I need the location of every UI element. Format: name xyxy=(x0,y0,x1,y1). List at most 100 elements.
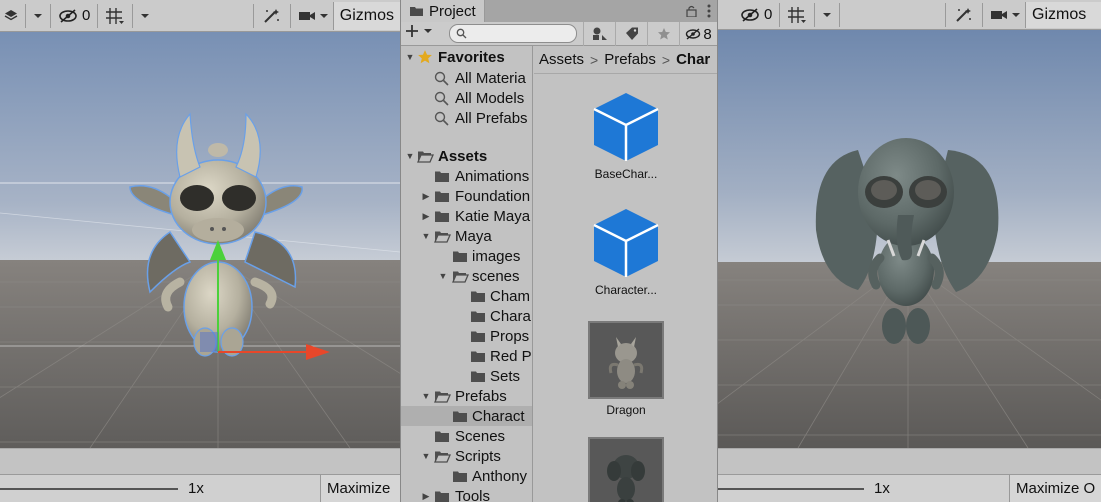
search-input[interactable] xyxy=(449,24,577,43)
tree-item-folder[interactable]: Cham xyxy=(401,286,532,306)
tree-item-favorites[interactable]: ▼ Favorites xyxy=(401,46,532,68)
search-by-label-icon[interactable] xyxy=(615,22,647,46)
breadcrumb-item[interactable]: Assets xyxy=(539,51,584,68)
visibility-toggle[interactable]: 0 xyxy=(736,1,776,29)
tree-item-folder[interactable]: images xyxy=(401,246,532,266)
tree-item-folder[interactable]: ▶ Katie Maya xyxy=(401,206,532,226)
expand-arrow-icon[interactable]: ▼ xyxy=(403,50,417,64)
scene-toolbar-right: 0 Gizmos xyxy=(718,0,1101,30)
zoom-slider-track[interactable] xyxy=(0,487,178,490)
scene-toolbar-left: 0 Gizmos xyxy=(0,0,400,32)
maximize-button[interactable]: Maximize xyxy=(320,474,400,502)
expand-arrow-icon[interactable]: ▼ xyxy=(419,229,433,243)
tree-label: Animations xyxy=(455,167,530,185)
asset-grid: BaseChar... Character... Dragon xyxy=(534,75,717,502)
dropdown-arrow-icon[interactable] xyxy=(29,2,47,30)
breadcrumb-item[interactable]: Prefabs xyxy=(604,51,656,68)
tree-item-folder[interactable]: Sets xyxy=(401,366,532,386)
effects-toggle-icon[interactable] xyxy=(257,2,287,30)
lock-icon[interactable] xyxy=(686,5,697,17)
folder-tree: ▼ Favorites All Materia All Models All P… xyxy=(401,46,533,502)
gizmos-button[interactable]: Gizmos xyxy=(332,1,400,30)
maximize-button[interactable]: Maximize O xyxy=(1009,474,1101,502)
open-folder-icon xyxy=(434,230,451,243)
hidden-eye-icon xyxy=(59,8,77,23)
project-tab-bar: Project xyxy=(401,0,717,22)
effects-toggle-icon[interactable] xyxy=(949,1,979,29)
tree-item-folder[interactable]: Props xyxy=(401,326,532,346)
breadcrumb-item-current[interactable]: Char xyxy=(676,51,710,68)
folder-icon xyxy=(434,190,450,203)
tree-label: Maya xyxy=(455,227,492,245)
tree-item-folder[interactable]: Anthony xyxy=(401,466,532,486)
collapsed-arrow-icon[interactable]: ▶ xyxy=(419,209,433,223)
tab-project[interactable]: Project xyxy=(401,0,485,22)
tree-item-folder[interactable]: Animations xyxy=(401,166,532,186)
tree-item-assets[interactable]: ▼ Assets xyxy=(401,146,532,166)
more-options-icon[interactable] xyxy=(707,4,711,18)
expand-arrow-icon[interactable]: ▼ xyxy=(403,149,417,163)
expand-arrow-icon[interactable]: ▼ xyxy=(436,269,450,283)
asset-item[interactable]: Character... xyxy=(571,207,681,297)
search-by-type-icon[interactable] xyxy=(583,22,615,46)
asset-item[interactable]: BaseChar... xyxy=(571,91,681,181)
grid-dropdown-arrow-icon[interactable] xyxy=(136,2,154,30)
tree-label: All Prefabs xyxy=(455,109,528,127)
expand-arrow-icon[interactable]: ▼ xyxy=(419,389,433,403)
grid-dropdown-arrow-icon[interactable] xyxy=(818,1,836,29)
scene-bottom-bar-left: 1x Maximize xyxy=(0,448,400,502)
tree-item-favorite[interactable]: All Materia xyxy=(401,68,532,88)
tree-label: images xyxy=(472,247,521,265)
gizmos-button[interactable]: Gizmos xyxy=(1025,1,1101,28)
tree-item-folder[interactable]: ▼ Prefabs xyxy=(401,386,532,406)
tree-item-folder[interactable]: ▶ Tools xyxy=(401,486,532,502)
scene-view-right[interactable]: 0 Gizmos 1x Maximize O xyxy=(718,0,1101,502)
tree-item-folder[interactable]: Red P xyxy=(401,346,532,366)
asset-item[interactable]: Dragon xyxy=(571,321,681,417)
tree-label: All Materia xyxy=(455,69,526,87)
camera-icon[interactable] xyxy=(986,1,1025,29)
grid-icon[interactable] xyxy=(101,2,129,30)
expand-arrow-icon[interactable]: ▼ xyxy=(419,449,433,463)
tree-item-folder[interactable]: ▶ Foundation xyxy=(401,186,532,206)
folder-icon xyxy=(470,350,486,363)
tree-item-favorite[interactable]: All Prefabs xyxy=(401,108,532,128)
hidden-count: 8 xyxy=(703,25,712,43)
tree-item-folder[interactable]: Chara xyxy=(401,306,532,326)
chevron-right-icon: > xyxy=(661,51,671,68)
hidden-packages-toggle[interactable]: 8 xyxy=(679,22,717,46)
layers-icon[interactable] xyxy=(0,2,22,30)
camera-icon[interactable] xyxy=(294,2,333,30)
star-icon xyxy=(417,49,433,65)
tree-label: Scenes xyxy=(455,427,506,445)
camera-dropdown-arrow-icon xyxy=(319,13,328,18)
project-toolbar: 8 xyxy=(401,22,717,46)
folder-icon xyxy=(434,430,450,443)
asset-item[interactable] xyxy=(571,437,681,502)
collapsed-arrow-icon[interactable]: ▶ xyxy=(419,489,433,502)
open-folder-icon xyxy=(434,390,451,403)
scene-view-left[interactable]: 0 Gizmos 1x Maximize xyxy=(0,0,400,502)
scene-viewport-right[interactable] xyxy=(718,30,1101,448)
folder-icon xyxy=(452,410,468,423)
tree-item-folder[interactable]: ▼ Scripts xyxy=(401,446,532,466)
tree-item-favorite[interactable]: All Models xyxy=(401,88,532,108)
scene-viewport-left[interactable] xyxy=(0,32,400,448)
asset-label: BaseChar... xyxy=(594,167,658,181)
folder-icon xyxy=(410,7,423,16)
asset-label: Character... xyxy=(594,283,658,297)
tree-item-folder[interactable]: ▼ Maya xyxy=(401,226,532,246)
visibility-toggle[interactable]: 0 xyxy=(54,2,94,30)
favorites-star-icon[interactable] xyxy=(647,22,679,46)
tree-label: Favorites xyxy=(438,48,505,66)
zoom-slider-track[interactable] xyxy=(718,487,864,490)
tree-item-folder-selected[interactable]: Charact xyxy=(401,406,532,426)
tree-item-folder[interactable]: Scenes xyxy=(401,426,532,446)
tree-label: Assets xyxy=(438,147,488,165)
visibility-count: 0 xyxy=(764,6,773,23)
collapsed-arrow-icon[interactable]: ▶ xyxy=(419,189,433,203)
create-button[interactable] xyxy=(405,24,433,38)
grid-icon[interactable] xyxy=(783,1,811,29)
tree-item-folder[interactable]: ▼ scenes xyxy=(401,266,532,286)
tree-label: Sets xyxy=(490,367,521,385)
